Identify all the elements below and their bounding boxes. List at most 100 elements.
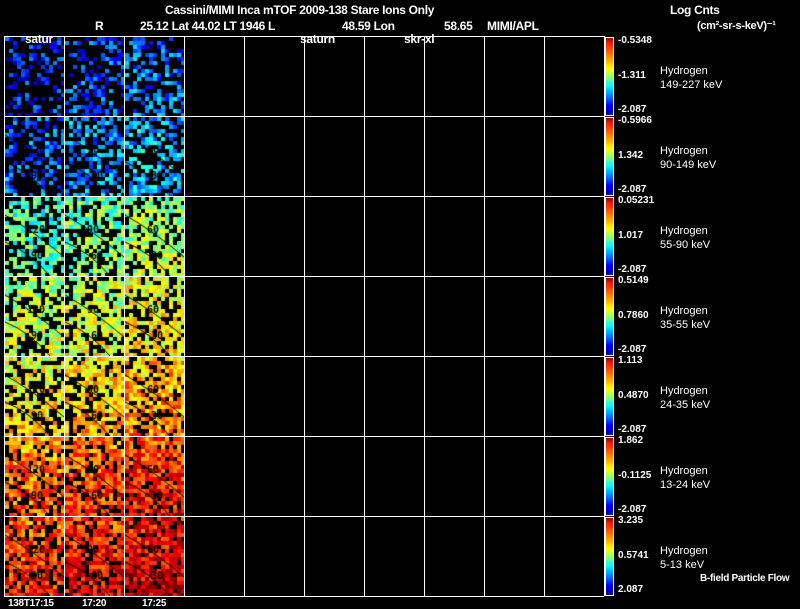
lon-readout: 48.59 Lon [342, 19, 395, 33]
colorbar [605, 197, 614, 276]
channel-label: Hydrogen 55-90 keV [660, 224, 710, 252]
grid-line [244, 36, 245, 596]
image-panel [5, 357, 64, 436]
colorbar-min-label: -2.087 [618, 504, 647, 515]
image-panel [65, 37, 124, 116]
energy-label: 13-24 keV [660, 479, 711, 491]
image-panel [125, 277, 184, 356]
time-label: 138T17:15 [8, 598, 54, 609]
colorbar [605, 357, 614, 436]
channel-label: Hydrogen 24-35 keV [660, 384, 710, 412]
image-panel [65, 437, 124, 516]
grid-line [4, 196, 604, 197]
grid-line [424, 36, 425, 596]
image-panel [65, 117, 124, 196]
image-panel [125, 437, 184, 516]
colorbar-min-label: -2.087 [618, 264, 647, 275]
colorbar-min-label: -2.087 [618, 344, 647, 355]
colorbar-max-label: 3.235 [618, 515, 644, 526]
image-panel [5, 197, 64, 276]
grid-line [4, 356, 604, 357]
colorbar-mid-label: 0.5741 [618, 550, 649, 561]
grid-line [184, 36, 185, 596]
position-readout: 25.12 Lat 44.02 LT 1946 L [140, 19, 276, 33]
channel-label: Hydrogen 13-24 keV [660, 464, 710, 492]
lon-readout-2: 58.65 [444, 19, 473, 33]
colorbar-mid-label: 1.017 [618, 230, 644, 241]
plot-title: Cassini/MIMI Inca mTOF 2009-138 Stare Io… [165, 3, 435, 17]
energy-label: 5-13 keV [660, 559, 705, 571]
grid-line [364, 36, 365, 596]
grid-line [64, 36, 65, 596]
colorbar-min-label: -2.087 [618, 424, 647, 435]
energy-label: 55-90 keV [660, 239, 711, 251]
image-panel [5, 117, 64, 196]
colorbar-mid-label: 0.7860 [618, 310, 649, 321]
colorbar [605, 37, 614, 116]
grid-line [4, 436, 604, 437]
grid-line [484, 36, 485, 596]
energy-label: 90-149 keV [660, 159, 717, 171]
colorbar-max-label: 0.5149 [618, 275, 649, 286]
grid-line [124, 36, 125, 596]
colorbar-max-label: -0.5348 [618, 35, 652, 46]
channel-label: Hydrogen 90-149 keV [660, 144, 716, 172]
colorbar-mid-label: 0.4870 [618, 390, 649, 401]
r-label: R [95, 19, 104, 33]
grid-line [4, 116, 604, 117]
grid-line [4, 516, 604, 517]
footer-label: B-field Particle Flow [700, 573, 790, 584]
colorbar-max-label: 1.862 [618, 435, 644, 446]
channel-label: Hydrogen 35-55 keV [660, 304, 710, 332]
species-label: Hydrogen [660, 385, 708, 397]
image-panel [65, 357, 124, 436]
colorbar-min-label: -2.087 [618, 184, 647, 195]
species-label: Hydrogen [660, 465, 708, 477]
energy-label: 35-55 keV [660, 319, 711, 331]
marker-label: skr-xl [404, 32, 435, 46]
colorbar-mid-label: -0.1125 [618, 470, 652, 481]
image-panel [125, 197, 184, 276]
colorbar [605, 437, 614, 516]
energy-label: 24-35 keV [660, 399, 711, 411]
time-label: 17:20 [82, 598, 107, 609]
species-label: Hydrogen [660, 225, 708, 237]
image-grid [4, 36, 605, 597]
colorbar-mid-label: -1.311 [618, 70, 646, 81]
units-label-1: Log Cnts [670, 3, 720, 17]
marker-label: satur [25, 32, 53, 46]
image-panel [5, 277, 64, 356]
time-label: 17:25 [142, 598, 167, 609]
image-panel [5, 37, 64, 116]
colorbar [605, 517, 614, 596]
grid-line [4, 36, 5, 596]
colorbar-max-label: -0.5966 [618, 115, 652, 126]
colorbar [605, 277, 614, 356]
colorbar-min-label: -2.087 [618, 104, 647, 115]
channel-label: Hydrogen 149-227 keV [660, 64, 722, 92]
image-panel [125, 517, 184, 596]
grid-line [4, 596, 604, 597]
species-label: Hydrogen [660, 545, 708, 557]
colorbar-max-label: 1.113 [618, 355, 643, 366]
species-label: Hydrogen [660, 305, 708, 317]
colorbar-min-label: 2.087 [618, 584, 644, 595]
colorbar [605, 117, 614, 196]
units-label-2: (cm²-sr-s-keV)⁻¹ [697, 20, 776, 32]
image-panel [65, 197, 124, 276]
grid-line [544, 36, 545, 596]
image-panel [65, 277, 124, 356]
energy-label: 149-227 keV [660, 79, 723, 91]
image-panel [125, 357, 184, 436]
channel-label: Hydrogen 5-13 keV [660, 544, 708, 572]
grid-line [304, 36, 305, 596]
species-label: Hydrogen [660, 65, 708, 77]
species-label: Hydrogen [660, 145, 708, 157]
image-panel [125, 117, 184, 196]
colorbar-max-label: 0.05231 [618, 195, 655, 206]
grid-line [4, 276, 604, 277]
marker-label: saturn [300, 32, 335, 46]
credit-label: MIMI/APL [487, 19, 539, 33]
image-panel [65, 517, 124, 596]
colorbar-mid-label: 1.342 [618, 150, 644, 161]
